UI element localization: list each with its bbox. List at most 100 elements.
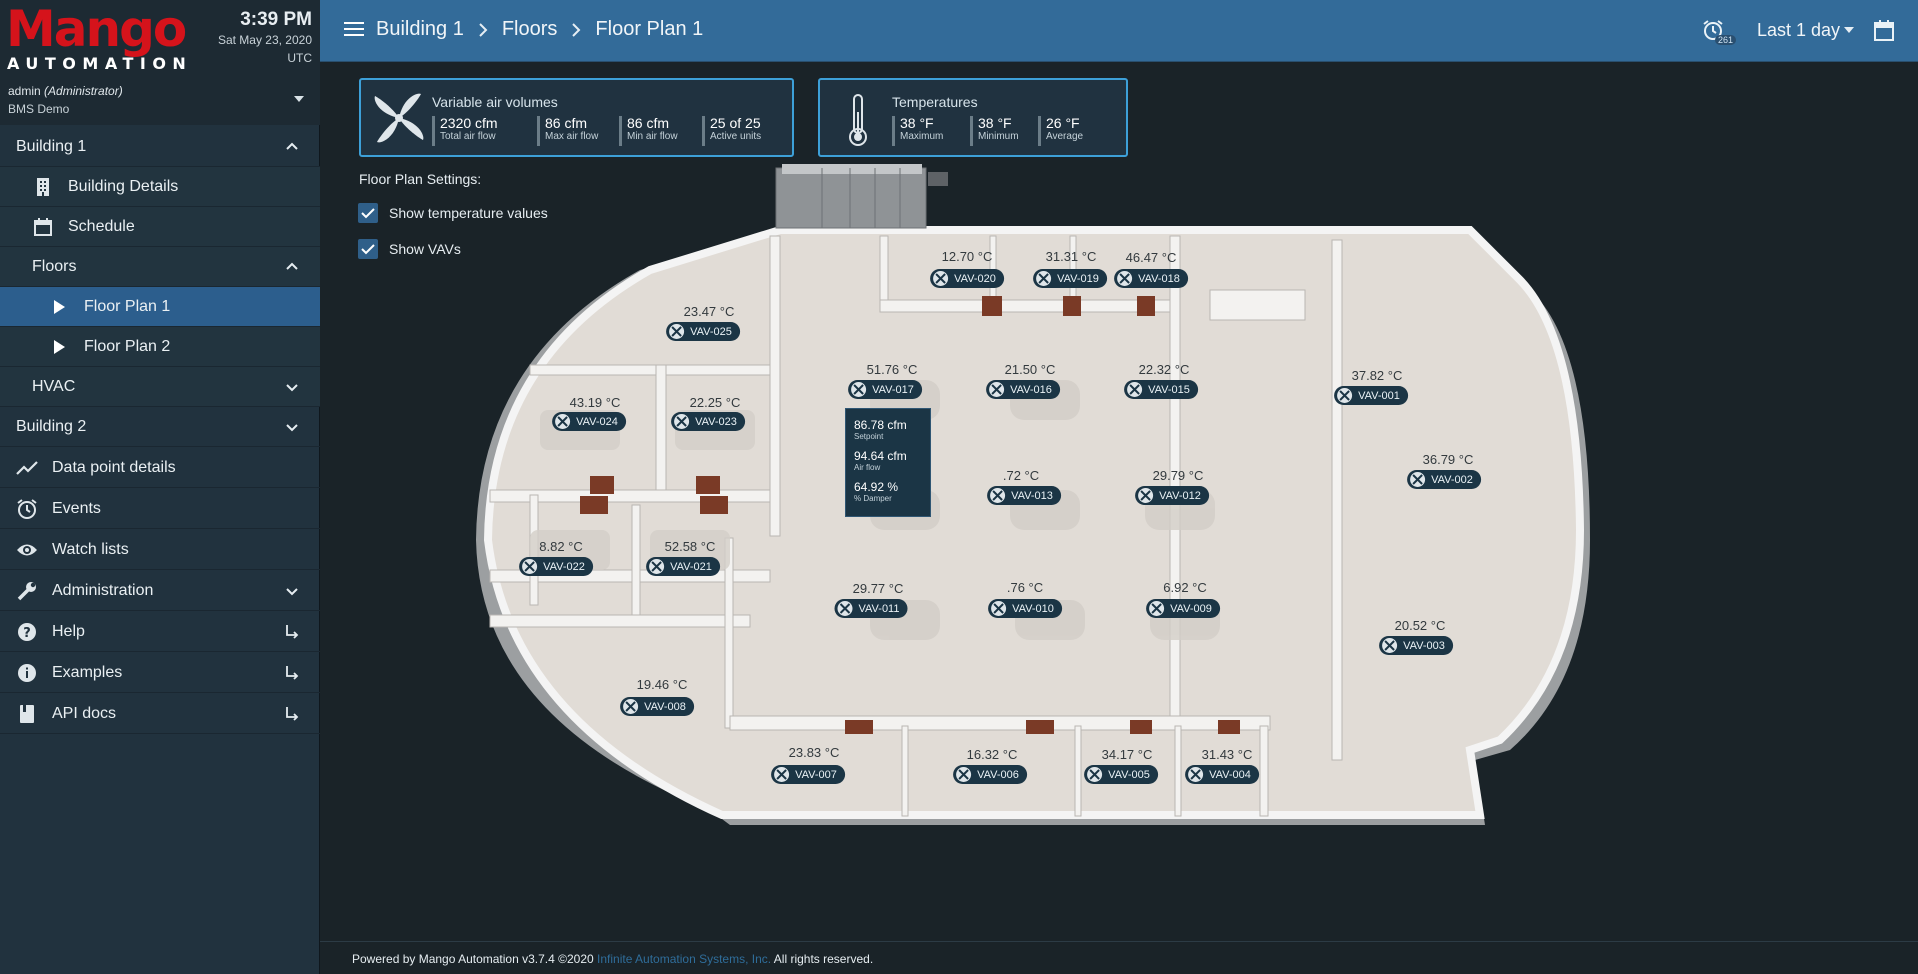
user-name-text: admin bbox=[8, 84, 41, 98]
vav-chip[interactable]: VAV-025 bbox=[666, 322, 740, 341]
user-role: (Administrator) bbox=[44, 84, 123, 98]
vav-chip[interactable]: VAV-015 bbox=[1124, 380, 1198, 399]
time-range-select[interactable]: Last 1 day bbox=[1757, 20, 1840, 41]
user-name[interactable]: admin (Administrator) bbox=[8, 84, 123, 98]
vav-chip[interactable]: VAV-016 bbox=[986, 380, 1060, 399]
chevron-up-icon bbox=[286, 142, 298, 150]
stat-value: 25 of 25 bbox=[710, 115, 761, 131]
vav-id: VAV-013 bbox=[1011, 489, 1053, 502]
vav-id: VAV-005 bbox=[1108, 768, 1150, 781]
sidebar-item-floors[interactable]: Floors bbox=[0, 247, 320, 287]
vav-temperature: 22.25 °C bbox=[689, 395, 741, 410]
vav-id: VAV-020 bbox=[954, 272, 996, 285]
vav-chip[interactable]: VAV-002 bbox=[1407, 470, 1481, 489]
sidebar-item-schedule[interactable]: Schedule bbox=[0, 207, 320, 247]
dropdown-caret-icon[interactable] bbox=[1844, 27, 1854, 33]
vav-chip[interactable]: VAV-010 bbox=[988, 599, 1062, 618]
breadcrumb-floors[interactable]: Floors bbox=[502, 18, 558, 41]
vav-chip[interactable]: VAV-009 bbox=[1146, 599, 1220, 618]
external-link-icon bbox=[286, 666, 299, 680]
calendar-icon[interactable] bbox=[1874, 19, 1894, 41]
sidebar-item-label: Building 2 bbox=[16, 417, 87, 435]
vav-temperature: 31.31 °C bbox=[1045, 249, 1097, 264]
sidebar-item-api-docs[interactable]: API docs bbox=[0, 694, 320, 734]
sidebar-item-building-details[interactable]: Building Details bbox=[0, 167, 320, 207]
chevron-down-icon bbox=[286, 424, 298, 432]
sidebar-item-watch-lists[interactable]: Watch lists bbox=[0, 530, 320, 570]
mango-logo[interactable]: Mango bbox=[6, 2, 187, 56]
vav-chip[interactable]: VAV-013 bbox=[987, 486, 1061, 505]
chevron-right-icon bbox=[572, 22, 581, 37]
footer-company-link[interactable]: Infinite Automation Systems, Inc. bbox=[597, 952, 771, 966]
sidebar-item-label: Floor Plan 1 bbox=[84, 297, 171, 315]
vav-temperature: 34.17 °C bbox=[1101, 747, 1153, 762]
vav-chip[interactable]: VAV-022 bbox=[519, 557, 593, 576]
vav-chip[interactable]: VAV-020 bbox=[930, 269, 1004, 288]
sidebar-item-events[interactable]: Events bbox=[0, 489, 320, 529]
vav-temperature: 52.58 °C bbox=[664, 539, 716, 554]
sidebar-item-building-1[interactable]: Building 1 bbox=[0, 127, 320, 167]
tooltip-damper: 64.92 %% Damper bbox=[854, 481, 922, 504]
user-menu-caret-icon[interactable] bbox=[294, 96, 304, 102]
sidebar-item-help[interactable]: ? Help bbox=[0, 612, 320, 652]
clock-date: Sat May 23, 2020 bbox=[217, 33, 312, 47]
vav-temperature: 19.46 °C bbox=[636, 677, 688, 692]
vav-chip[interactable]: VAV-004 bbox=[1185, 765, 1259, 784]
sidebar-item-building-2[interactable]: Building 2 bbox=[0, 407, 320, 447]
tooltip-caption: Setpoint bbox=[854, 432, 884, 441]
sidebar-item-data-point-details[interactable]: Data point details bbox=[0, 448, 320, 488]
sidebar-item-label: Help bbox=[52, 622, 85, 640]
vav-temperature: 46.47 °C bbox=[1125, 250, 1177, 265]
stat-caption: Min air flow bbox=[627, 131, 678, 142]
vav-id: VAV-016 bbox=[1010, 383, 1052, 396]
sidebar-item-label: Watch lists bbox=[52, 540, 129, 558]
vav-chip[interactable]: VAV-006 bbox=[953, 765, 1027, 784]
vav-temperature: 29.79 °C bbox=[1152, 468, 1204, 483]
vav-chip[interactable]: VAV-011 bbox=[834, 599, 908, 618]
thermometer-icon bbox=[849, 94, 867, 146]
vav-chip[interactable]: VAV-012 bbox=[1135, 486, 1209, 505]
vav-chip[interactable]: VAV-019 bbox=[1033, 269, 1107, 288]
vav-temperature: .72 °C bbox=[1002, 468, 1040, 483]
wrench-icon bbox=[16, 580, 38, 602]
fan-icon bbox=[623, 699, 639, 714]
vav-summary-card: Variable air volumes 2320 cfm Total air f… bbox=[359, 78, 794, 157]
sidebar-item-hvac[interactable]: HVAC bbox=[0, 367, 320, 407]
tooltip-caption: Air flow bbox=[854, 463, 881, 472]
vav-chip[interactable]: VAV-008 bbox=[620, 697, 694, 716]
fan-icon bbox=[669, 324, 685, 339]
vav-chip[interactable]: VAV-007 bbox=[771, 765, 845, 784]
clock-timezone: UTC bbox=[287, 51, 312, 65]
breadcrumb-building-1[interactable]: Building 1 bbox=[376, 18, 464, 41]
vav-card-title: Variable air volumes bbox=[432, 94, 558, 110]
show-temperature-checkbox[interactable] bbox=[358, 203, 378, 223]
sidebar-item-administration[interactable]: Administration bbox=[0, 571, 320, 611]
sidebar-item-examples[interactable]: Examples bbox=[0, 653, 320, 693]
vav-chip[interactable]: VAV-001 bbox=[1334, 386, 1408, 405]
vav-id: VAV-012 bbox=[1159, 489, 1201, 502]
footer-suffix: All rights reserved. bbox=[773, 952, 874, 966]
breadcrumb-floor-plan-1: Floor Plan 1 bbox=[595, 18, 704, 40]
sidebar-item-floor-plan-2[interactable]: Floor Plan 2 bbox=[0, 327, 320, 367]
menu-icon[interactable] bbox=[344, 21, 364, 37]
temperature-summary-card: Temperatures 38 °F Maximum 38 °F Minimum 2… bbox=[818, 78, 1128, 157]
stat-average-temp: 26 °F Average bbox=[1038, 116, 1083, 146]
external-link-icon bbox=[286, 707, 299, 721]
vav-temperature: 23.83 °C bbox=[788, 745, 840, 760]
vav-chip[interactable]: VAV-005 bbox=[1084, 765, 1158, 784]
show-vavs-checkbox[interactable] bbox=[358, 239, 378, 259]
vav-id: VAV-011 bbox=[858, 602, 900, 615]
vav-chip[interactable]: VAV-021 bbox=[646, 557, 720, 576]
vav-id: VAV-010 bbox=[1012, 602, 1054, 615]
sidebar-item-label: Data point details bbox=[52, 458, 176, 476]
vav-chip[interactable]: VAV-018 bbox=[1114, 269, 1188, 288]
stat-minimum-temp: 38 °F Minimum bbox=[970, 116, 1019, 146]
sidebar-item-floor-plan-1[interactable]: Floor Plan 1 bbox=[0, 287, 320, 327]
tooltip-value: 86.78 cfm bbox=[854, 418, 907, 432]
vav-chip[interactable]: VAV-003 bbox=[1379, 636, 1453, 655]
vav-chip[interactable]: VAV-024 bbox=[552, 412, 626, 431]
vav-chip[interactable]: VAV-023 bbox=[671, 412, 745, 431]
show-vavs-label[interactable]: Show VAVs bbox=[389, 241, 461, 257]
vav-chip[interactable]: VAV-017 bbox=[848, 380, 922, 399]
vav-temperature: 23.47 °C bbox=[683, 304, 735, 319]
